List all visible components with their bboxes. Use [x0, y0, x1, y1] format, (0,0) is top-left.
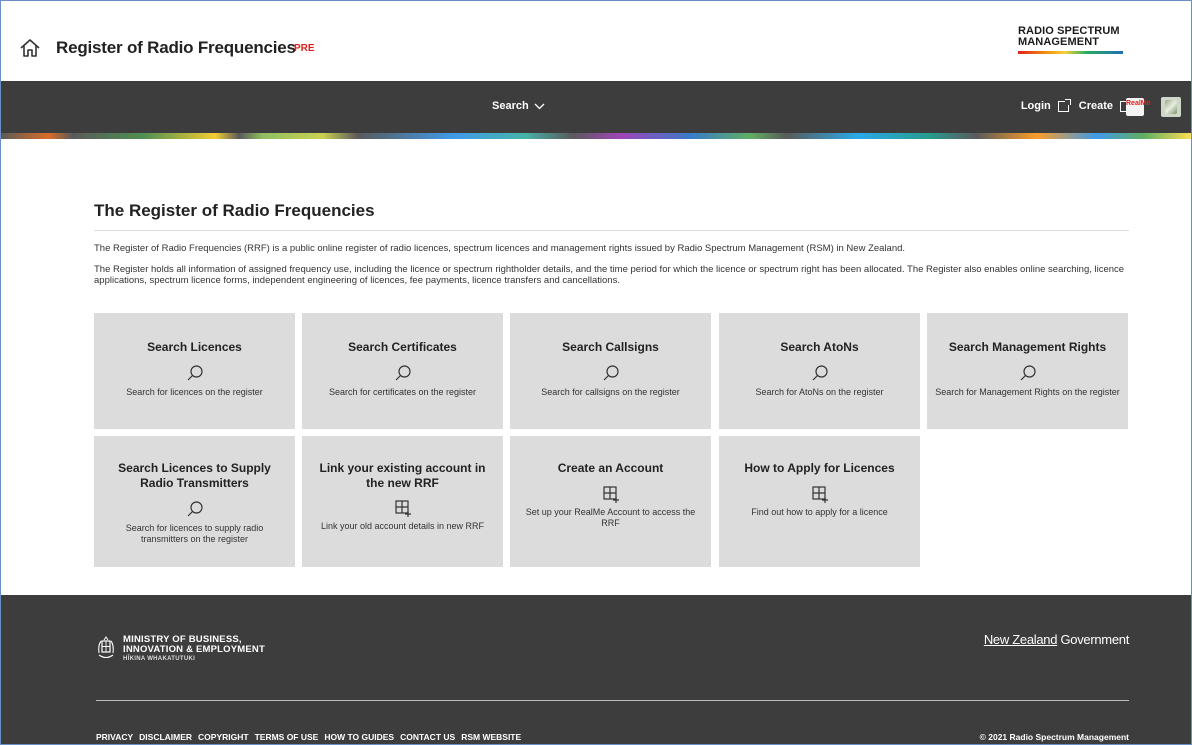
add-grid-icon — [811, 486, 828, 503]
nz-crest-icon — [98, 635, 114, 658]
tile-title: Search Management Rights — [948, 340, 1107, 354]
nz-government-logo-part1: New Zealand — [983, 632, 1058, 647]
app-title[interactable]: Register of Radio Frequencies — [56, 38, 296, 58]
add-grid-icon — [602, 486, 619, 503]
tile-title: Search AtoNs — [780, 340, 859, 354]
nz-government-logo[interactable]: New Zealand Government — [984, 632, 1129, 647]
login-label: Login — [1020, 100, 1051, 112]
tile-search-callsigns[interactable]: Search Callsigns Search for callsigns on… — [510, 313, 711, 429]
footer-divider — [96, 700, 1129, 701]
login-link[interactable]: Login — [1020, 98, 1071, 112]
tile-search-management-rights[interactable]: Search Management Rights Search for Mana… — [927, 313, 1128, 429]
realme-icon-text: RealMe — [1126, 100, 1151, 107]
top-header: Register of Radio Frequencies PRE RADIO … — [1, 1, 1191, 81]
mbie-subtitle: HĪKINA WHAKATUTUKI — [123, 656, 196, 662]
tile-create-account[interactable]: Create an Account Set up your RealMe Acc… — [510, 436, 711, 567]
tile-description: Search for certificates on the register — [328, 387, 477, 397]
search-icon — [1020, 365, 1036, 381]
footer-links: PRIVACY DISCLAIMER COPYRIGHT TERMS OF US… — [96, 732, 521, 742]
tile-how-to-apply[interactable]: How to Apply for Licences Find out how t… — [719, 436, 920, 567]
tile-description: Find out how to apply for a licence — [751, 507, 888, 517]
page-title: The Register of Radio Frequencies — [94, 201, 1129, 231]
add-grid-icon — [394, 500, 411, 517]
browser-frame: Register of Radio Frequencies PRE RADIO … — [0, 0, 1192, 745]
mbie-logo[interactable]: MINISTRY OF BUSINESS, INNOVATION & EMPLO… — [96, 635, 265, 662]
tile-title: Search Licences to Supply Radio Transmit… — [118, 461, 271, 490]
footer-link-terms-of-use[interactable]: TERMS OF USE — [255, 732, 319, 742]
tile-search-certificates[interactable]: Search Certificates Search for certifica… — [302, 313, 503, 429]
intro-paragraph-1: The Register of Radio Frequencies (RRF) … — [94, 243, 906, 254]
create-label: Create — [1078, 100, 1113, 112]
search-icon — [187, 365, 203, 381]
chevron-down-icon — [534, 103, 545, 109]
mbie-line2: INNOVATION & EMPLOYMENT — [123, 644, 265, 655]
search-icon — [603, 365, 619, 381]
search-icon — [187, 501, 203, 517]
rsm-logo-bar — [1018, 51, 1123, 54]
tile-title: Create an Account — [557, 461, 664, 475]
tile-title: Search Certificates — [348, 340, 457, 354]
realme-icon[interactable]: RealMe — [1126, 98, 1151, 116]
page-footer: MINISTRY OF BUSINESS, INNOVATION & EMPLO… — [1, 595, 1191, 744]
search-icon — [395, 365, 411, 381]
search-menu[interactable]: Search — [492, 100, 545, 112]
tile-description: Search for AtoNs on the register — [755, 387, 884, 397]
footer-link-disclaimer[interactable]: DISCLAIMER — [139, 732, 192, 742]
footer-link-privacy[interactable]: PRIVACY — [96, 732, 133, 742]
tile-description: Search for licences on the register — [126, 387, 263, 397]
tile-title: Link your existing account in the new RR… — [319, 461, 486, 490]
tile-description: Link your old account details in new RRF — [320, 521, 485, 531]
main-content: The Register of Radio Frequencies The Re… — [94, 201, 1129, 567]
home-icon[interactable] — [19, 37, 41, 59]
tile-search-licences[interactable]: Search Licences Search for licences on t… — [94, 313, 295, 429]
environment-badge: PRE — [294, 43, 315, 54]
colour-stripe — [1, 133, 1191, 139]
footer-link-contact-us[interactable]: CONTACT US — [400, 732, 455, 742]
tile-title: Search Licences — [147, 340, 242, 354]
footer-link-rsm-website[interactable]: RSM WEBSITE — [461, 732, 521, 742]
nav-account-links: Login Create — [1020, 98, 1133, 112]
main-navbar: Search Login Create — [1, 81, 1191, 133]
intro-paragraph-2: The Register holds all information of as… — [94, 264, 1125, 286]
create-link[interactable]: Create — [1078, 98, 1133, 112]
nz-government-icon[interactable] — [1161, 97, 1181, 117]
tile-description: Set up your RealMe Account to access the… — [525, 507, 696, 528]
footer-link-copyright[interactable]: COPYRIGHT — [198, 732, 249, 742]
nz-government-logo-part2: Government — [1057, 632, 1129, 647]
search-icon — [812, 365, 828, 381]
external-link-icon — [1057, 98, 1071, 112]
tile-description: Search for Management Rights on the regi… — [935, 387, 1120, 397]
tile-search-licences-to-supply[interactable]: Search Licences to Supply Radio Transmit… — [94, 436, 295, 567]
tile-title: How to Apply for Licences — [744, 461, 895, 475]
rsm-logo[interactable]: RADIO SPECTRUM MANAGEMENT — [1018, 26, 1128, 54]
tile-title: Search Callsigns — [562, 340, 659, 354]
tile-search-atons[interactable]: Search AtoNs Search for AtoNs on the reg… — [719, 313, 920, 429]
tile-description: Search for licences to supply radio tran… — [125, 523, 264, 544]
search-menu-label: Search — [492, 100, 529, 112]
rsm-logo-line2: MANAGEMENT — [1018, 36, 1100, 48]
copyright-notice: © 2021 Radio Spectrum Management — [979, 732, 1129, 742]
tile-description: Search for callsigns on the register — [541, 387, 680, 397]
tile-link-existing-account[interactable]: Link your existing account in the new RR… — [302, 436, 503, 567]
mbie-logo-text: MINISTRY OF BUSINESS, INNOVATION & EMPLO… — [123, 635, 265, 663]
footer-link-how-to-guides[interactable]: HOW TO GUIDES — [324, 732, 394, 742]
